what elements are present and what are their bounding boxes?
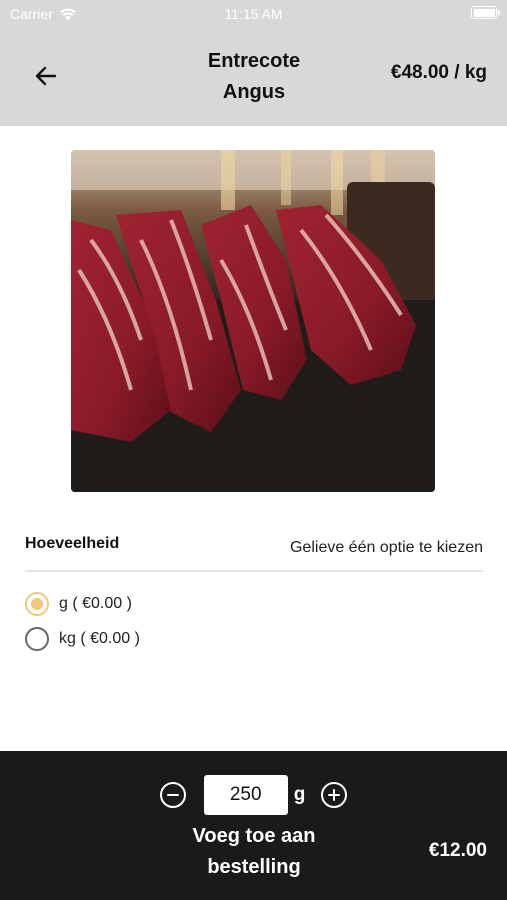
- header-bar: Carrier 11:15 AM Entrecote Angus €48.00 …: [0, 0, 507, 126]
- status-time: 11:15 AM: [224, 6, 283, 22]
- product-title: Entrecote Angus: [170, 46, 338, 108]
- choose-option-hint: Gelieve één optie te kiezen: [289, 539, 483, 556]
- add-to-order-button[interactable]: Voeg toe aan bestelling: [169, 821, 339, 883]
- product-image: [71, 150, 435, 492]
- option-kilograms-label: kg ( €0.00 ): [59, 630, 140, 647]
- add-to-order-line2: bestelling: [207, 856, 301, 878]
- back-button[interactable]: [28, 58, 64, 94]
- option-grams-label: g ( €0.00 ): [59, 595, 132, 612]
- option-grams[interactable]: g ( €0.00 ): [25, 591, 132, 617]
- quantity-input[interactable]: [203, 775, 288, 815]
- quantity-section-header: Hoeveelheid Gelieve één optie te kiezen: [25, 532, 483, 572]
- product-title-line2: Angus: [222, 81, 286, 103]
- product-title-line1: Entrecote: [207, 50, 301, 72]
- plus-icon: [328, 789, 341, 801]
- order-footer: g Voeg toe aan bestelling €12.00: [0, 751, 507, 900]
- status-bar: Carrier 11:15 AM: [0, 0, 507, 28]
- decrease-button[interactable]: [159, 782, 186, 808]
- arrow-left-icon: [35, 66, 57, 86]
- quantity-stepper: g: [0, 775, 507, 815]
- unit-price: €48.00 / kg: [390, 62, 487, 83]
- add-to-order-line1: Voeg toe aan: [192, 825, 316, 847]
- radio-unselected-icon[interactable]: [25, 627, 49, 651]
- quantity-unit: g: [293, 784, 306, 805]
- order-total: €12.00: [428, 840, 487, 861]
- minus-icon: [166, 794, 179, 796]
- quantity-label: Hoeveelheid: [25, 535, 120, 552]
- battery-icon: [471, 6, 500, 19]
- option-kilograms[interactable]: kg ( €0.00 ): [25, 626, 140, 652]
- increase-button[interactable]: [321, 782, 348, 808]
- radio-selected-icon[interactable]: [25, 592, 49, 616]
- meat-photo-icon: [71, 150, 435, 492]
